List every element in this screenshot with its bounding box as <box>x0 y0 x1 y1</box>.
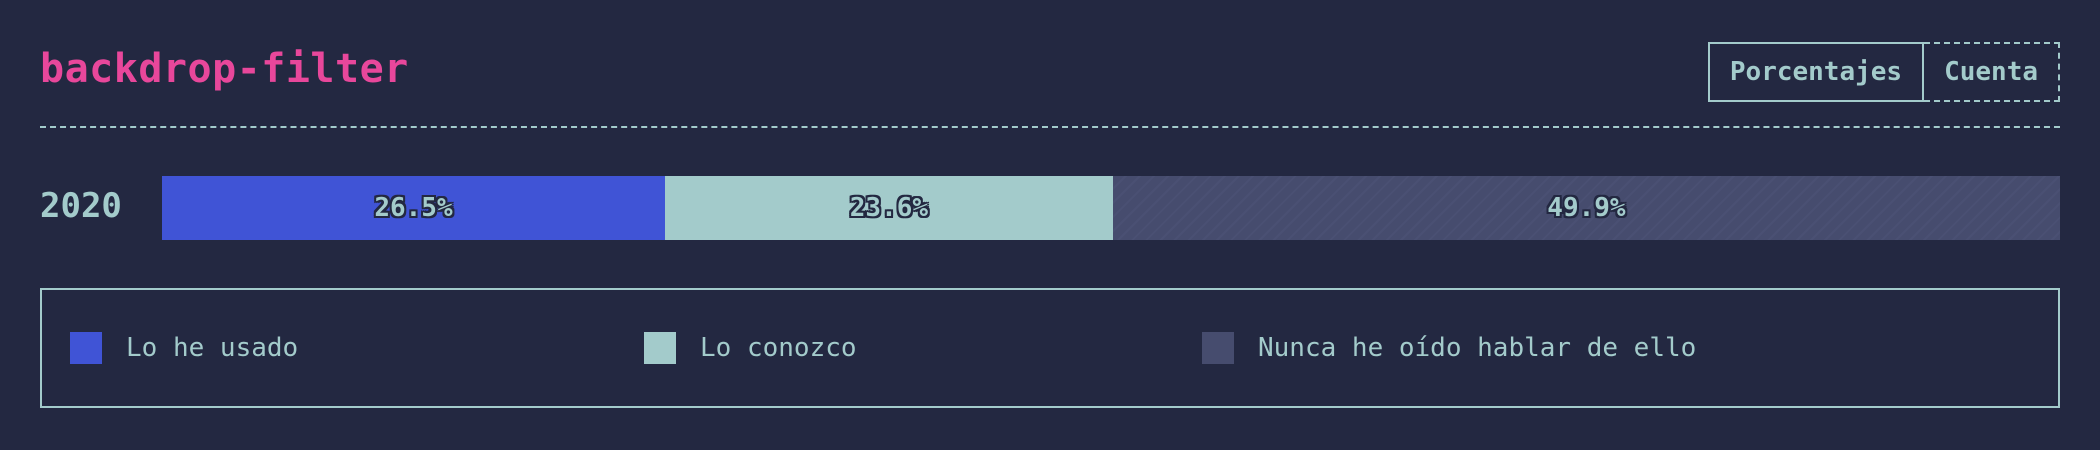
legend: Lo he usado Lo conozco Nunca he oído hab… <box>40 288 2060 408</box>
legend-swatch-heard <box>644 332 676 364</box>
legend-label-never: Nunca he oído hablar de ello <box>1258 333 1697 363</box>
data-label-used: 26.5% <box>374 193 453 223</box>
legend-item-never[interactable]: Nunca he oído hablar de ello <box>1202 332 1696 364</box>
chart-title: backdrop-filter <box>40 46 409 92</box>
data-label-heard: 23.6% <box>849 193 929 223</box>
legend-label-used: Lo he usado <box>126 333 299 363</box>
count-button[interactable]: Cuenta <box>1924 42 2060 102</box>
divider <box>40 126 2060 128</box>
legend-item-used[interactable]: Lo he usado <box>70 332 298 364</box>
data-label-never: 49.9% <box>1547 193 1626 223</box>
stacked-bar: 26.5% 23.6% 49.9% <box>162 176 2060 240</box>
percentages-button[interactable]: Porcentajes <box>1707 42 1925 102</box>
legend-label-heard: Lo conozco <box>700 333 857 363</box>
bar-segment-never[interactable]: 49.9% <box>1112 176 2060 240</box>
mode-switch: Porcentajes Cuenta <box>1707 42 2060 102</box>
bar-segment-heard[interactable]: 23.6% <box>664 176 1113 240</box>
legend-swatch-never <box>1202 332 1234 364</box>
legend-item-heard[interactable]: Lo conozco <box>644 332 857 364</box>
legend-swatch-used <box>70 332 102 364</box>
row-label-year: 2020 <box>40 186 122 226</box>
bar-segment-used[interactable]: 26.5% <box>162 176 665 240</box>
